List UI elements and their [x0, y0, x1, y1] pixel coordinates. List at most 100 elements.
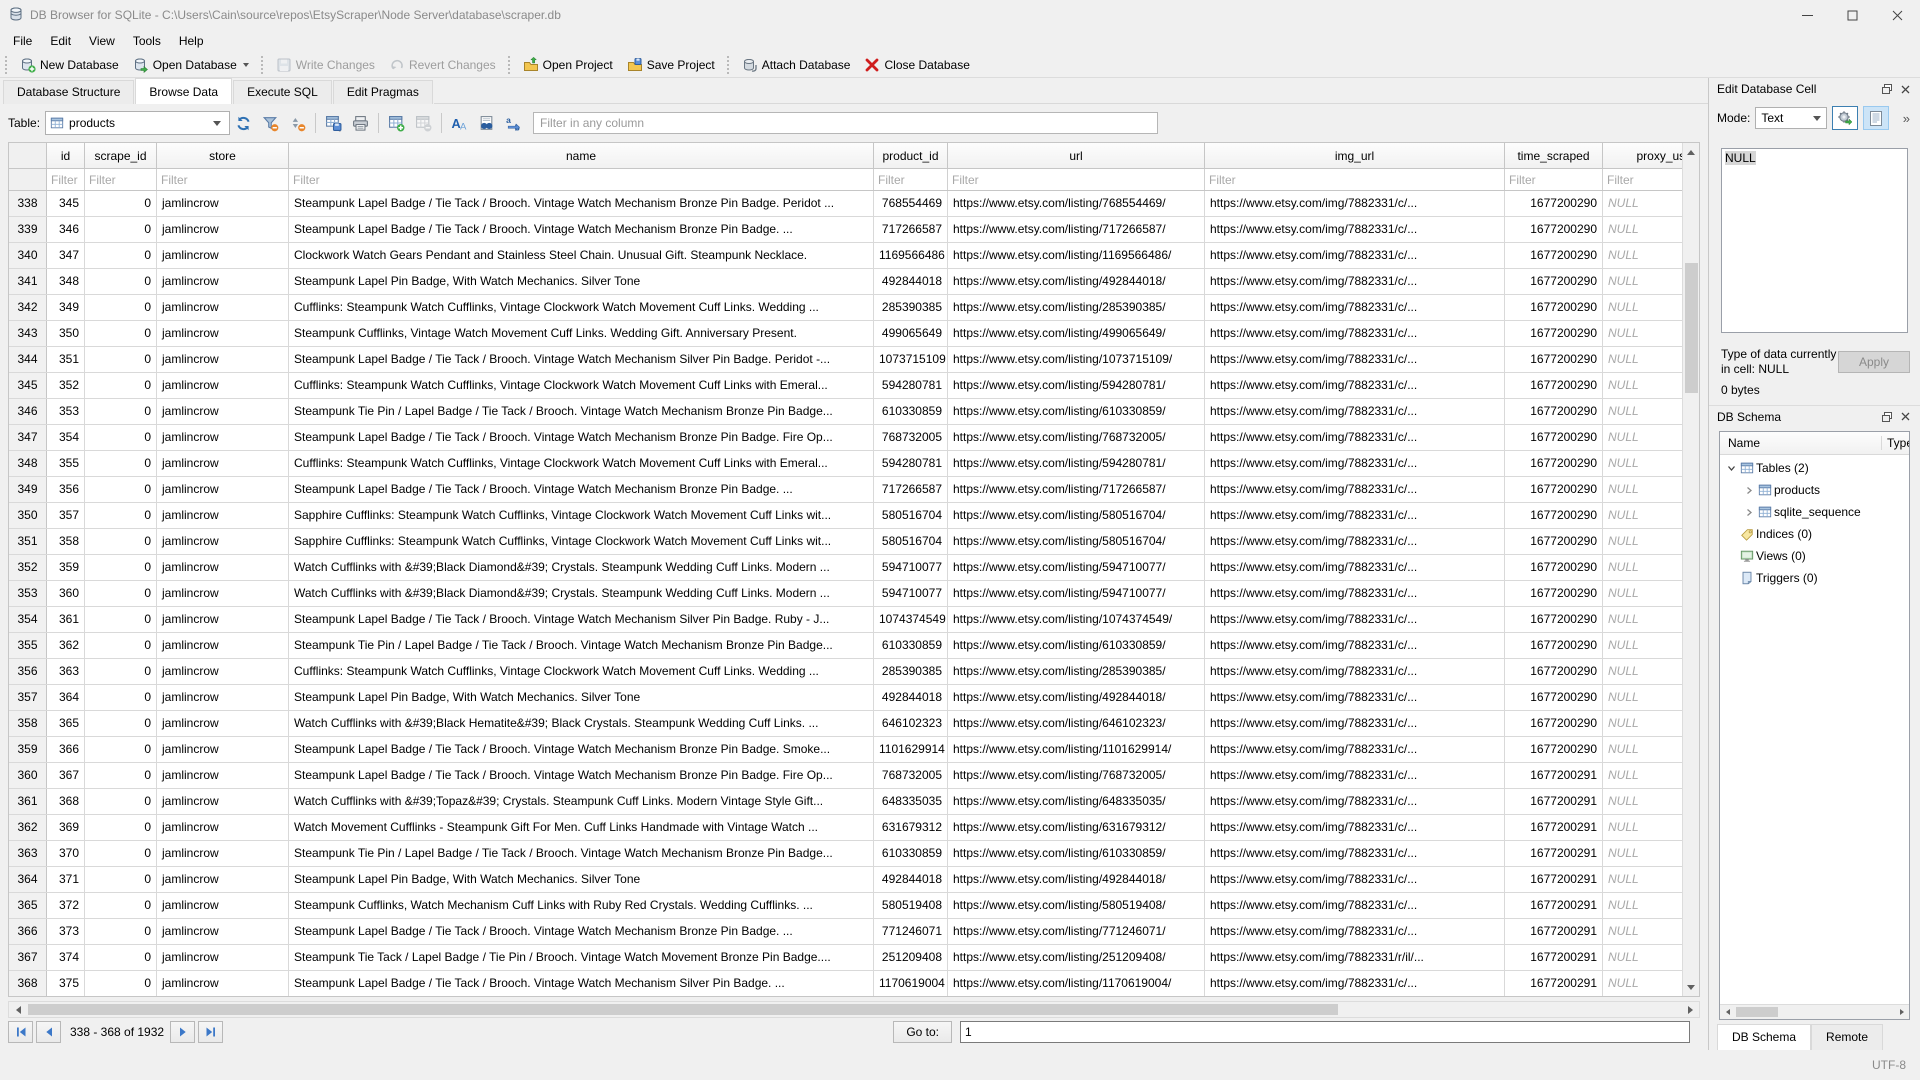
cell-store[interactable]: jamlincrow: [157, 737, 289, 762]
row-number[interactable]: 358: [9, 711, 47, 736]
cell-product_id[interactable]: 768732005: [874, 425, 948, 450]
row-number[interactable]: 357: [9, 685, 47, 710]
cell-product_id[interactable]: 580519408: [874, 893, 948, 918]
cell-url[interactable]: https://www.etsy.com/listing/580519408/: [948, 893, 1205, 918]
global-filter-input[interactable]: [533, 112, 1158, 134]
row-number[interactable]: 353: [9, 581, 47, 606]
schema-node-triggers-0[interactable]: Triggers (0): [1720, 567, 1909, 589]
cell-scrape_id[interactable]: 0: [85, 971, 157, 996]
cell-product_id[interactable]: 499065649: [874, 321, 948, 346]
cell-proxy_used[interactable]: NULL: [1603, 841, 1683, 866]
cell-time_scraped[interactable]: 1677200290: [1505, 503, 1603, 528]
cell-proxy_used[interactable]: NULL: [1603, 659, 1683, 684]
column-header-name[interactable]: name: [289, 143, 874, 168]
cell-url[interactable]: https://www.etsy.com/listing/492844018/: [948, 685, 1205, 710]
cell-name[interactable]: Steampunk Tie Pin / Lapel Badge / Tie Ta…: [289, 399, 874, 424]
cell-product_id[interactable]: 580516704: [874, 529, 948, 554]
cell-proxy_used[interactable]: NULL: [1603, 373, 1683, 398]
cell-img_url[interactable]: https://www.etsy.com/img/7882331/c/...: [1205, 919, 1505, 944]
cell-name[interactable]: Steampunk Tie Pin / Lapel Badge / Tie Ta…: [289, 633, 874, 658]
tab-db-schema[interactable]: DB Schema: [1717, 1024, 1811, 1050]
row-number[interactable]: 354: [9, 607, 47, 632]
cell-name[interactable]: Watch Cufflinks with &#39;Black Diamond&…: [289, 555, 874, 580]
cell-url[interactable]: https://www.etsy.com/listing/768732005/: [948, 763, 1205, 788]
cell-url[interactable]: https://www.etsy.com/listing/594710077/: [948, 555, 1205, 580]
open-database-button[interactable]: Open Database: [126, 54, 256, 76]
attach-database-button[interactable]: Attach Database: [735, 54, 858, 76]
cell-id[interactable]: 374: [47, 945, 85, 970]
cell-proxy_used[interactable]: NULL: [1603, 711, 1683, 736]
cell-id[interactable]: 373: [47, 919, 85, 944]
goto-button[interactable]: Go to:: [893, 1021, 952, 1043]
cell-img_url[interactable]: https://www.etsy.com/img/7882331/r/il/..…: [1205, 945, 1505, 970]
display-format-button[interactable]: AA: [446, 110, 473, 136]
cell-img_url[interactable]: https://www.etsy.com/img/7882331/c/...: [1205, 555, 1505, 580]
cell-time_scraped[interactable]: 1677200290: [1505, 633, 1603, 658]
cell-store[interactable]: jamlincrow: [157, 919, 289, 944]
cell-product_id[interactable]: 285390385: [874, 659, 948, 684]
cell-product_id[interactable]: 648335035: [874, 789, 948, 814]
cell-img_url[interactable]: https://www.etsy.com/img/7882331/c/...: [1205, 971, 1505, 996]
cell-url[interactable]: https://www.etsy.com/listing/648335035/: [948, 789, 1205, 814]
cell-store[interactable]: jamlincrow: [157, 321, 289, 346]
cell-scrape_id[interactable]: 0: [85, 269, 157, 294]
cell-proxy_used[interactable]: NULL: [1603, 581, 1683, 606]
cell-scrape_id[interactable]: 0: [85, 633, 157, 658]
column-header-scrape_id[interactable]: scrape_id: [85, 143, 157, 168]
cell-url[interactable]: https://www.etsy.com/listing/251209408/: [948, 945, 1205, 970]
cell-proxy_used[interactable]: NULL: [1603, 321, 1683, 346]
row-number[interactable]: 343: [9, 321, 47, 346]
cell-url[interactable]: https://www.etsy.com/listing/285390385/: [948, 659, 1205, 684]
cell-proxy_used[interactable]: NULL: [1603, 737, 1683, 762]
cell-scrape_id[interactable]: 0: [85, 243, 157, 268]
scroll-right-arrow[interactable]: [1897, 1009, 1907, 1015]
minimize-button[interactable]: [1785, 0, 1830, 30]
cell-id[interactable]: 355: [47, 451, 85, 476]
row-number[interactable]: 350: [9, 503, 47, 528]
cell-time_scraped[interactable]: 1677200291: [1505, 945, 1603, 970]
cell-product_id[interactable]: 717266587: [874, 477, 948, 502]
open-project-button[interactable]: Open Project: [516, 54, 620, 76]
cell-name[interactable]: Steampunk Lapel Badge / Tie Tack / Brooc…: [289, 919, 874, 944]
schema-node-views-0[interactable]: Views (0): [1720, 545, 1909, 567]
cell-scrape_id[interactable]: 0: [85, 477, 157, 502]
cell-product_id[interactable]: 594280781: [874, 373, 948, 398]
cell-store[interactable]: jamlincrow: [157, 269, 289, 294]
cell-product_id[interactable]: 646102323: [874, 711, 948, 736]
cell-product_id[interactable]: 594710077: [874, 581, 948, 606]
cell-name[interactable]: Steampunk Lapel Badge / Tie Tack / Brooc…: [289, 763, 874, 788]
cell-url[interactable]: https://www.etsy.com/listing/646102323/: [948, 711, 1205, 736]
cell-proxy_used[interactable]: NULL: [1603, 425, 1683, 450]
filter-input-scrape_id[interactable]: [85, 169, 156, 190]
cell-store[interactable]: jamlincrow: [157, 841, 289, 866]
cell-id[interactable]: 359: [47, 555, 85, 580]
cell-product_id[interactable]: 580516704: [874, 503, 948, 528]
cell-name[interactable]: Sapphire Cufflinks: Steampunk Watch Cuff…: [289, 503, 874, 528]
row-number[interactable]: 340: [9, 243, 47, 268]
schema-column-type[interactable]: Type: [1881, 436, 1909, 450]
filter-input-img_url[interactable]: [1205, 169, 1504, 190]
schema-node-indices-0[interactable]: Indices (0): [1720, 523, 1909, 545]
cell-id[interactable]: 358: [47, 529, 85, 554]
cell-img_url[interactable]: https://www.etsy.com/img/7882331/c/...: [1205, 321, 1505, 346]
cell-proxy_used[interactable]: NULL: [1603, 763, 1683, 788]
cell-img_url[interactable]: https://www.etsy.com/img/7882331/c/...: [1205, 347, 1505, 372]
cell-store[interactable]: jamlincrow: [157, 763, 289, 788]
cell-url[interactable]: https://www.etsy.com/listing/1074374549/: [948, 607, 1205, 632]
cell-id[interactable]: 354: [47, 425, 85, 450]
scroll-right-arrow[interactable]: [1682, 1002, 1699, 1017]
schema-node-products[interactable]: products: [1720, 479, 1909, 501]
table-selector[interactable]: products: [45, 111, 230, 135]
cell-product_id[interactable]: 1169566486: [874, 243, 948, 268]
schema-scroll-thumb[interactable]: [1736, 1007, 1778, 1017]
cell-time_scraped[interactable]: 1677200290: [1505, 373, 1603, 398]
cell-product_id[interactable]: 1074374549: [874, 607, 948, 632]
menu-tools[interactable]: Tools: [124, 31, 170, 51]
cell-store[interactable]: jamlincrow: [157, 191, 289, 216]
cell-id[interactable]: 363: [47, 659, 85, 684]
cell-store[interactable]: jamlincrow: [157, 685, 289, 710]
cell-proxy_used[interactable]: NULL: [1603, 529, 1683, 554]
cell-product_id[interactable]: 610330859: [874, 841, 948, 866]
save-project-button[interactable]: Save Project: [620, 54, 722, 76]
cell-id[interactable]: 347: [47, 243, 85, 268]
